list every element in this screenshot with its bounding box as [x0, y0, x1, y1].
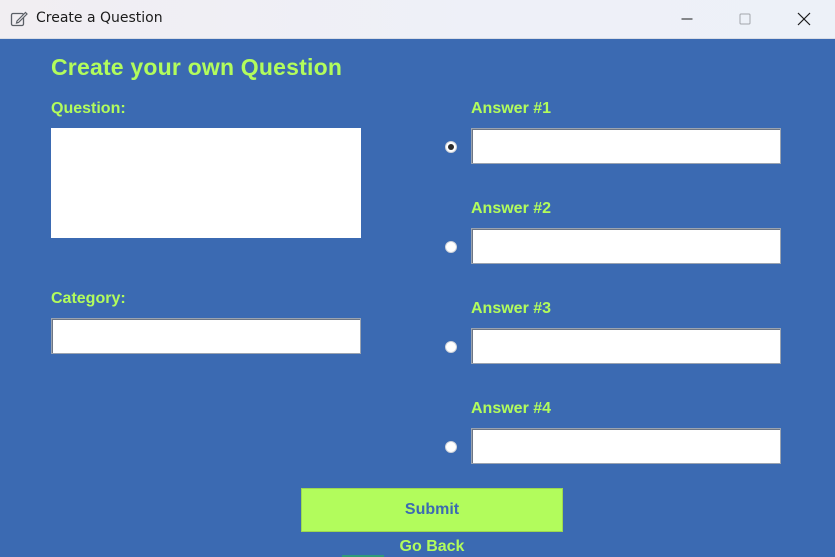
form-panel: Create your own Question Question: Categ… — [0, 38, 835, 557]
question-label: Question: — [51, 100, 126, 117]
category-input[interactable] — [51, 318, 361, 354]
answer-2-radio[interactable] — [445, 241, 457, 253]
title-bar: Create a Question — [0, 0, 835, 39]
window-title: Create a Question — [36, 10, 163, 26]
close-icon — [797, 12, 811, 26]
category-label: Category: — [51, 290, 126, 307]
answer-3-radio[interactable] — [445, 341, 457, 353]
answer-3-input[interactable] — [471, 328, 781, 364]
answer-4-input[interactable] — [471, 428, 781, 464]
maximize-icon — [739, 13, 751, 25]
question-textarea[interactable] — [51, 128, 361, 238]
answer-2-label: Answer #2 — [471, 200, 552, 217]
close-button[interactable] — [775, 0, 833, 38]
minimize-icon — [681, 18, 693, 20]
answer-1-input[interactable] — [471, 128, 781, 164]
maximize-button[interactable] — [716, 0, 774, 38]
answer-4-radio[interactable] — [445, 441, 457, 453]
minimize-button[interactable] — [658, 0, 716, 38]
answer-4-label: Answer #4 — [471, 400, 552, 417]
submit-button[interactable]: Submit — [301, 488, 563, 532]
page-title: Create your own Question — [51, 54, 343, 80]
answer-1-radio[interactable] — [445, 141, 457, 153]
answer-2-input[interactable] — [471, 228, 781, 264]
edit-note-icon — [10, 10, 28, 28]
answer-3-label: Answer #3 — [471, 300, 552, 317]
answer-1-label: Answer #1 — [471, 100, 552, 117]
go-back-link[interactable]: Go Back — [300, 538, 564, 556]
